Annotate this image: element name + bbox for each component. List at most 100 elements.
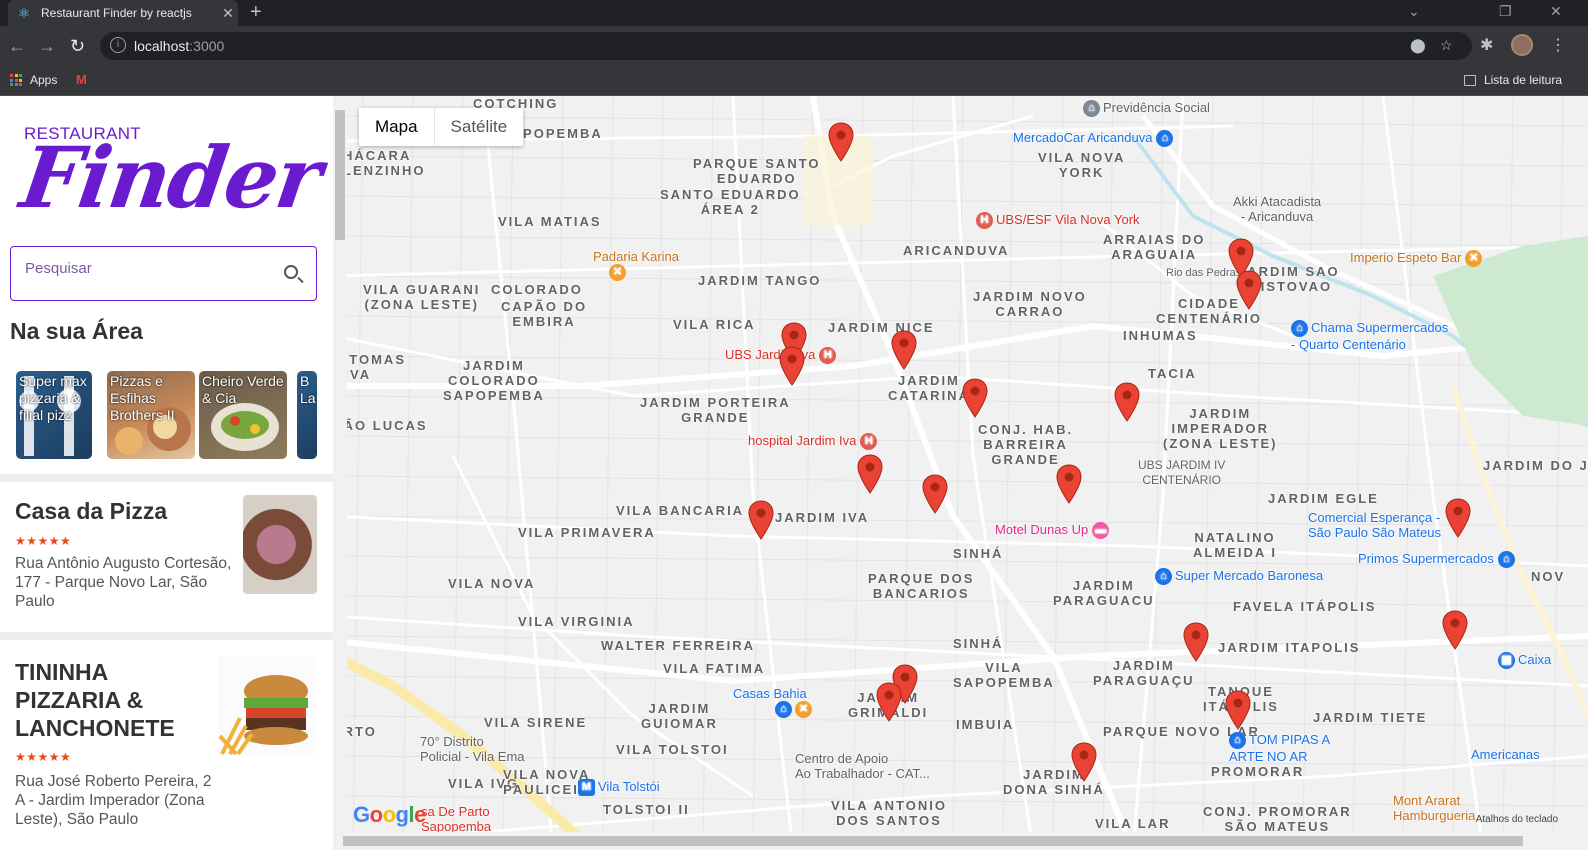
restaurant-marker-icon[interactable] [828, 122, 854, 162]
forward-icon[interactable]: → [38, 35, 56, 57]
carousel-card[interactable]: Cheiro Verde & Cia [199, 371, 287, 459]
poi-label: MercadoCar Aricanduva [1013, 130, 1153, 145]
poi-primos[interactable]: Primos Supermercados ⌂ [1358, 551, 1518, 569]
restaurant-marker-icon[interactable] [1071, 742, 1097, 782]
restaurant-marker-icon[interactable] [1445, 498, 1471, 538]
map-area-label: JARDIM PARAGUACU [1053, 578, 1155, 608]
poi-centro-apoio[interactable]: Centro de Apoio Ao Trabalhador - CAT... [795, 751, 930, 781]
restaurant-marker-icon[interactable] [876, 682, 902, 722]
poi-casa-de-parto[interactable]: sa De Parto Sapopemba [421, 804, 491, 834]
map[interactable]: COTCHING SAPOPEMBA HÁCARA LENZINHO PARQU… [333, 96, 1588, 850]
carousel-card[interactable]: Pizzas e Esfihas Brothers II [107, 371, 195, 459]
carousel-card[interactable]: Super max pizzaria & filial pizz [16, 371, 92, 459]
poi-imperio-espeto[interactable]: Imperio Espeto Bar ✕ [1350, 250, 1485, 268]
map-area-label: CONJ. PROMORAR SÃO MATEUS [1203, 804, 1352, 834]
browser-tab[interactable]: ⚛ Restaurant Finder by reactjs ✕ [8, 0, 238, 26]
restaurant-marker-icon[interactable] [1225, 690, 1251, 730]
map-area-label: CONJ. HAB. BARREIRA GRANDE [978, 422, 1074, 467]
restaurant-photo [218, 656, 317, 755]
restaurant-card[interactable]: TININHA PIZZARIA & LANCHONETE ★★★★★ Rua … [0, 640, 333, 850]
map-area-label: NATALINO ALMEIDA I [1193, 530, 1277, 560]
map-area-label: NOV [1531, 569, 1566, 584]
poi-previdencia[interactable]: ⌂ Previdência Social [1083, 100, 1210, 118]
restaurant-marker-icon[interactable] [748, 500, 774, 540]
divider [0, 474, 333, 482]
poi-label: UBS/ESF Vila Nova York [996, 212, 1140, 227]
restaurant-card[interactable]: Casa da Pizza ★★★★★ Rua Antônio Augusto … [0, 482, 333, 632]
shop-icon: ⌂ [1156, 130, 1174, 148]
poi-hospital-jardim-iva[interactable]: hospital Jardim Iva H [748, 433, 880, 451]
map-type-control: Mapa Satélite [359, 108, 524, 146]
divider [0, 632, 333, 640]
poi-motel[interactable]: Motel Dunas Up ▬ [995, 522, 1112, 540]
profile-dropdown-icon[interactable]: ⌄ [1408, 3, 1420, 20]
poi-baronesa[interactable]: ⌂ Super Mercado Baronesa [1155, 568, 1323, 586]
map-area-label: JARDIM IVA [775, 510, 870, 525]
map-area-label: JARDIM TIETE [1313, 710, 1428, 725]
bookmark-star-icon[interactable]: ☆ [1440, 37, 1453, 54]
restaurant-marker-icon[interactable] [1183, 622, 1209, 662]
burger-photo [218, 675, 308, 755]
food-icon: ✕ [609, 264, 626, 282]
restaurant-marker-icon[interactable] [1056, 464, 1082, 504]
address-bar[interactable]: i localhost:3000 ⬤ ☆ [100, 32, 1472, 60]
restaurant-marker-icon[interactable] [857, 454, 883, 494]
location-icon[interactable]: ⬤ [1410, 37, 1426, 54]
poi-padaria-karina[interactable]: Padaria Karina ✕ [593, 249, 679, 282]
reload-icon[interactable]: ↻ [70, 35, 85, 57]
close-window-icon[interactable]: ✕ [1550, 3, 1562, 20]
map-area-label: JARDIM ITAPOLIS [1218, 640, 1361, 655]
extensions-icon[interactable]: ✱ [1480, 35, 1493, 55]
restaurant-marker-icon[interactable] [779, 346, 805, 386]
map-type-map-button[interactable]: Mapa [359, 108, 434, 146]
search-icon[interactable] [284, 265, 298, 279]
close-tab-icon[interactable]: ✕ [218, 5, 238, 22]
page-horizontal-scrollbar[interactable] [333, 832, 1588, 850]
map-area-label: VILA ANTONIO DOS SANTOS [831, 798, 947, 828]
menu-icon[interactable]: ⋮ [1550, 35, 1566, 55]
poi-americanas[interactable]: Americanas [1471, 747, 1540, 762]
poi-tom-pipas[interactable]: ⌂ TOM PIPAS A ARTE NO AR [1229, 732, 1330, 764]
search-input[interactable] [25, 257, 265, 279]
restaurant-marker-icon[interactable] [891, 330, 917, 370]
poi-comercial-esperanca[interactable]: Comercial Esperança - São Paulo São Mate… [1308, 510, 1441, 540]
map-area-label: VILA LAR [1095, 816, 1171, 831]
poi-ubs-jardim-iv[interactable]: UBS JARDIM IV CENTENÁRIO [1138, 458, 1225, 488]
restaurant-marker-icon[interactable] [1114, 382, 1140, 422]
keyboard-shortcuts-link[interactable]: Atalhos do teclado [1476, 814, 1558, 825]
restaurant-marker-icon[interactable] [962, 378, 988, 418]
restore-window-icon[interactable]: ❐ [1499, 3, 1512, 20]
search-box[interactable] [10, 246, 317, 301]
poi-ubs-vila-nova-york[interactable]: H UBS/ESF Vila Nova York [976, 212, 1140, 230]
hospital-icon: H [819, 347, 837, 365]
poi-mont-ararat[interactable]: Mont Ararat Hamburgueria [1393, 793, 1475, 823]
poi-chama[interactable]: ⌂ Chama Supermercados - Quarto Centenário [1291, 320, 1448, 352]
map-area-label: ARICANDUVA [903, 243, 1010, 258]
new-tab-icon[interactable]: + [250, 2, 262, 22]
restaurant-marker-icon[interactable] [922, 474, 948, 514]
poi-distrito-policial[interactable]: 70° Distrito Policial - Vila Ema [420, 734, 525, 764]
poi-vila-tolstoi-station[interactable]: M Vila Tolstói [578, 779, 660, 797]
profile-avatar[interactable] [1511, 34, 1533, 56]
poi-caixa[interactable]: ▤ Caixa [1498, 652, 1551, 670]
back-icon[interactable]: ← [8, 35, 26, 57]
scrollbar-thumb[interactable] [343, 836, 1523, 846]
poi-casas-bahia[interactable]: Casas Bahia ⌂ ✕ [733, 686, 815, 719]
carousel-card[interactable]: B La [297, 371, 317, 459]
map-area-label: JARDIM GUIOMAR [641, 701, 718, 731]
apps-bookmark[interactable]: Apps [10, 73, 57, 87]
poi-akki[interactable]: Akki Atacadista - Aricanduva [1233, 194, 1321, 224]
restaurant-name: TININHA PIZZARIA & LANCHONETE [15, 659, 175, 741]
bookmarks-bar: Apps M Lista de leitura [0, 66, 1588, 96]
map-type-satellite-button[interactable]: Satélite [435, 108, 524, 146]
page-vertical-scrollbar[interactable] [333, 110, 347, 840]
scrollbar-thumb[interactable] [335, 110, 345, 240]
map-area-label: PARQUE DOS BANCARIOS [868, 571, 975, 601]
gmail-icon[interactable]: M [76, 72, 87, 87]
site-info-icon[interactable]: i [110, 37, 126, 53]
restaurant-marker-icon[interactable] [1442, 610, 1468, 650]
restaurant-marker-icon[interactable] [1236, 270, 1262, 310]
poi-mercadocar[interactable]: MercadoCar Aricanduva ⌂ [1013, 130, 1176, 148]
reading-list[interactable]: Lista de leitura [1463, 73, 1562, 87]
map-area-label: SINHÁ [953, 546, 1004, 561]
